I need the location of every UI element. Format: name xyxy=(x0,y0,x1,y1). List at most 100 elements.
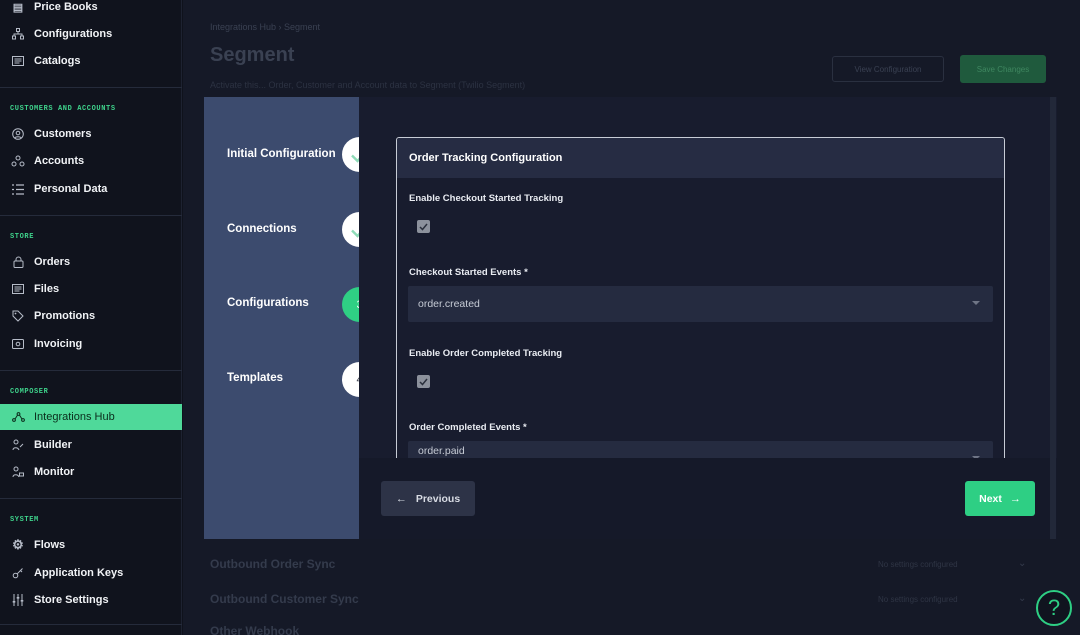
completed-events-value: order.paid xyxy=(418,445,465,457)
enable-completed-checkbox[interactable] xyxy=(417,375,430,388)
page-title: Segment xyxy=(210,44,295,66)
builder-icon xyxy=(11,438,25,452)
scrollbar[interactable] xyxy=(1050,97,1056,539)
sidebar-item-application-keys[interactable]: Application Keys xyxy=(0,560,182,586)
help-button[interactable]: ? xyxy=(1036,590,1072,626)
step-label-connections[interactable]: Connections xyxy=(227,223,297,235)
enable-completed-label: Enable Order Completed Tracking xyxy=(409,348,563,359)
sidebar-item-label: Builder xyxy=(34,439,72,451)
wizard-content: Order Tracking Configuration Enable Chec… xyxy=(359,97,1057,458)
sidebar-item-orders[interactable]: Orders xyxy=(0,249,182,275)
sidebar-item-promotions[interactable]: Promotions xyxy=(0,303,182,329)
sidebar-item-label: Monitor xyxy=(34,466,75,478)
sidebar-divider xyxy=(0,87,182,88)
monitor-icon xyxy=(11,465,25,479)
breadcrumb: Integrations Hub › Segment xyxy=(210,22,321,32)
section-title-composer: COMPOSER xyxy=(10,388,49,396)
wizard-steps-panel: Initial Configuration Connections Config… xyxy=(204,97,377,539)
sidebar-item-integrations-hub[interactable]: Integrations Hub xyxy=(0,404,182,430)
sidebar-item-builder[interactable]: Builder xyxy=(0,432,182,458)
sidebar-item-label: Personal Data xyxy=(34,183,108,195)
sidebar-item-label: Application Keys xyxy=(34,567,124,579)
sidebar-item-label: Promotions xyxy=(34,310,96,322)
sidebar-item-label: Flows xyxy=(34,539,66,551)
view-configuration-button: View Configuration xyxy=(832,56,944,82)
sidebar-item-label: Invoicing xyxy=(34,338,83,350)
catalog-icon xyxy=(11,54,25,68)
enable-checkout-label: Enable Checkout Started Tracking xyxy=(409,193,564,204)
next-button[interactable]: Next → xyxy=(965,481,1035,516)
chevron-down-icon: ⌄ xyxy=(1018,593,1027,604)
save-changes-button: Save Changes xyxy=(960,55,1046,83)
sidebar-item-configurations[interactable]: Configurations xyxy=(0,21,182,47)
bg-row-label: Outbound Customer Sync xyxy=(210,592,359,606)
completed-events-label: Order Completed Events * xyxy=(409,422,527,433)
sidebar-divider xyxy=(0,624,182,625)
lock-icon xyxy=(11,255,25,269)
sidebar-item-price-books[interactable]: ▤ Price Books xyxy=(0,0,182,20)
integrations-icon xyxy=(11,410,25,424)
files-icon xyxy=(11,282,25,296)
sidebar-item-personal-data[interactable]: Personal Data xyxy=(0,176,182,202)
sidebar-item-label: Accounts xyxy=(34,155,85,167)
sidebar-item-label: Catalogs xyxy=(34,55,81,67)
previous-button-label: Previous xyxy=(415,492,461,505)
invoice-icon xyxy=(11,337,25,351)
customer-icon xyxy=(11,127,25,141)
section-title-system: SYSTEM xyxy=(10,516,39,524)
gear-icon: ⚙ xyxy=(12,537,24,552)
step-label-templates[interactable]: Templates xyxy=(227,372,283,384)
checkout-events-label: Checkout Started Events * xyxy=(409,267,528,278)
sidebar-divider xyxy=(0,498,182,499)
bg-row-label: Other Webhook xyxy=(210,624,300,635)
list-icon xyxy=(11,182,25,196)
sidebar: ▤ Price Books Configurations Catalogs CU… xyxy=(0,0,182,635)
sidebar-item-label: Price Books xyxy=(34,1,98,13)
sidebar-item-label: Files xyxy=(34,283,60,295)
checkout-events-value: order.created xyxy=(418,298,480,310)
dropdown-caret-icon xyxy=(972,301,980,305)
bg-row-status: No settings configured xyxy=(878,595,958,604)
wizard-modal: Initial Configuration Connections Config… xyxy=(204,97,1057,539)
chevron-down-icon: ⌄ xyxy=(1018,558,1027,569)
previous-button[interactable]: ← Previous xyxy=(381,481,475,516)
key-icon xyxy=(11,566,25,580)
section-title-customers: CUSTOMERS AND ACCOUNTS xyxy=(10,105,116,113)
bg-row-label: Outbound Order Sync xyxy=(210,557,336,571)
sidebar-item-label: Orders xyxy=(34,256,71,268)
sidebar-item-store-settings[interactable]: Store Settings xyxy=(0,587,182,613)
checkout-events-select[interactable]: order.created xyxy=(408,286,993,322)
section-title-store: STORE xyxy=(10,233,35,241)
bg-row-status: No settings configured xyxy=(878,560,958,569)
sidebar-item-monitor[interactable]: Monitor xyxy=(0,459,182,485)
arrow-left-icon: ← xyxy=(395,492,407,505)
arrow-right-icon: → xyxy=(1009,492,1021,505)
sliders-icon xyxy=(11,593,25,607)
hierarchy-icon xyxy=(11,27,25,41)
page-subtitle: Activate this... Order, Customer and Acc… xyxy=(210,80,526,90)
step-label-initial-configuration[interactable]: Initial Configuration xyxy=(227,148,336,160)
sidebar-item-label: Configurations xyxy=(34,28,113,40)
step-label-configurations[interactable]: Configurations xyxy=(227,297,309,309)
sidebar-item-catalogs[interactable]: Catalogs xyxy=(0,48,182,74)
sidebar-item-invoicing[interactable]: Invoicing xyxy=(0,331,182,357)
sidebar-item-customers[interactable]: Customers xyxy=(0,121,182,147)
enable-checkout-checkbox[interactable] xyxy=(417,220,430,233)
sidebar-divider xyxy=(0,215,182,216)
next-button-label: Next xyxy=(979,492,1002,505)
completed-events-select[interactable]: order.paid xyxy=(408,441,993,458)
wizard-footer: ← Previous Next → xyxy=(359,458,1057,539)
tag-icon xyxy=(11,309,25,323)
sidebar-divider xyxy=(0,370,182,371)
order-tracking-card: Order Tracking Configuration Enable Chec… xyxy=(396,137,1005,458)
sidebar-item-accounts[interactable]: Accounts xyxy=(0,148,182,174)
sidebar-item-files[interactable]: Files xyxy=(0,276,182,302)
sidebar-item-label: Integrations Hub xyxy=(34,411,115,423)
sidebar-item-flows[interactable]: ⚙ Flows xyxy=(0,532,182,558)
sidebar-item-label: Customers xyxy=(34,128,92,140)
sidebar-item-label: Store Settings xyxy=(34,594,109,606)
price-book-icon: ▤ xyxy=(12,1,24,14)
card-title: Order Tracking Configuration xyxy=(397,138,1004,178)
question-mark-icon: ? xyxy=(1047,595,1061,620)
accounts-icon xyxy=(11,154,25,168)
